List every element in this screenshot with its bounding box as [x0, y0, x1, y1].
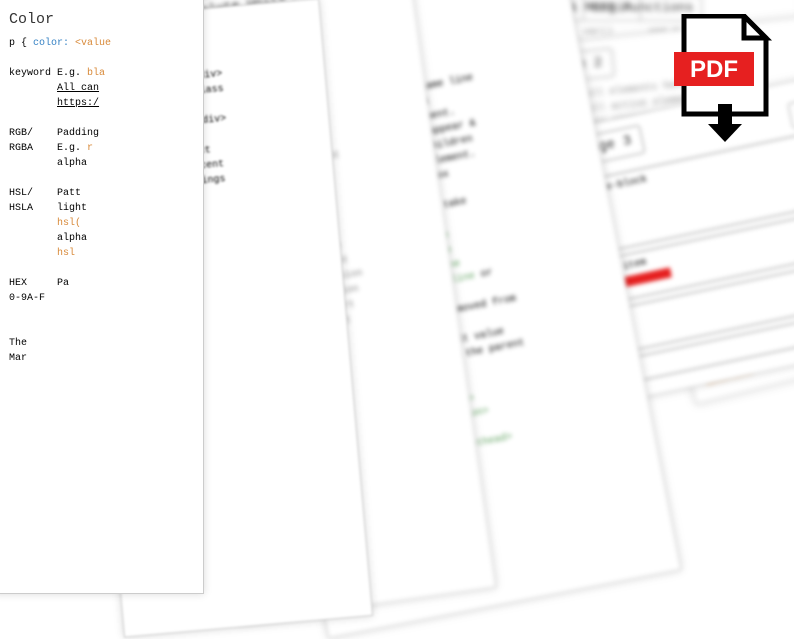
- color-title: Color: [9, 9, 54, 32]
- pdf-download-icon[interactable]: PDF: [674, 14, 774, 144]
- sheet-color: Color p { color: <value keyword E.g. bla…: [0, 0, 204, 594]
- svg-text:PDF: PDF: [690, 56, 738, 83]
- color-body: p { color: <value keyword E.g. bla All c…: [9, 36, 189, 366]
- media-heading: Media Que: [787, 85, 794, 128]
- pdf-file-icon: PDF: [674, 14, 774, 144]
